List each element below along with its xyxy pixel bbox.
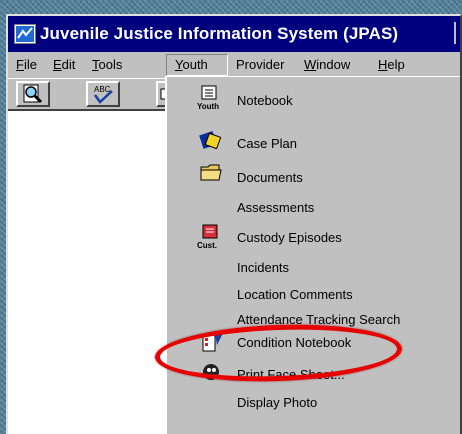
spellcheck-icon: ABC [93,85,113,104]
title-bar-separator [454,22,456,44]
menu-item-display-photo[interactable]: Display Photo [237,395,317,410]
spellcheck-toolbar-button[interactable]: ABC [86,81,120,107]
workspace-area [8,109,166,434]
menu-item-documents[interactable]: Documents [237,170,303,185]
menu-edit[interactable]: Edit [53,57,75,72]
menu-file[interactable]: File [16,57,37,72]
menu-item-incidents[interactable]: Incidents [237,260,289,275]
youth-menu-dropdown: Youth Notebook Case Plan Documents Asses… [165,76,460,434]
title-bar[interactable]: Juvenile Justice Information System (JPA… [8,16,460,52]
custody-icon-caption: Cust. [197,241,217,250]
magnifier-icon [23,84,43,104]
menu-window[interactable]: Window [304,57,350,72]
menu-item-case-plan[interactable]: Case Plan [237,136,297,151]
search-toolbar-button[interactable] [16,81,50,107]
menu-youth[interactable]: Youth [175,57,208,72]
window-title: Juvenile Justice Information System (JPA… [40,24,399,43]
menu-item-assessments[interactable]: Assessments [237,200,314,215]
menu-item-location-comments[interactable]: Location Comments [237,287,353,302]
menu-item-notebook[interactable]: Notebook [237,93,293,108]
notebook-icon: Youth [197,85,221,113]
menu-item-custody-episodes[interactable]: Custody Episodes [237,230,342,245]
notebook-icon-caption: Youth [197,102,220,111]
menu-help[interactable]: Help [378,57,405,72]
menu-tools[interactable]: Tools [92,57,122,72]
custody-icon: Cust. [197,224,223,254]
folder-icon [199,161,223,186]
case-plan-icon [199,129,222,152]
menu-bar: File Edit Tools Youth Provider Window He… [8,54,460,76]
menu-provider[interactable]: Provider [236,57,284,72]
app-icon [14,24,36,44]
spellcheck-icon-text: ABC [94,85,111,94]
